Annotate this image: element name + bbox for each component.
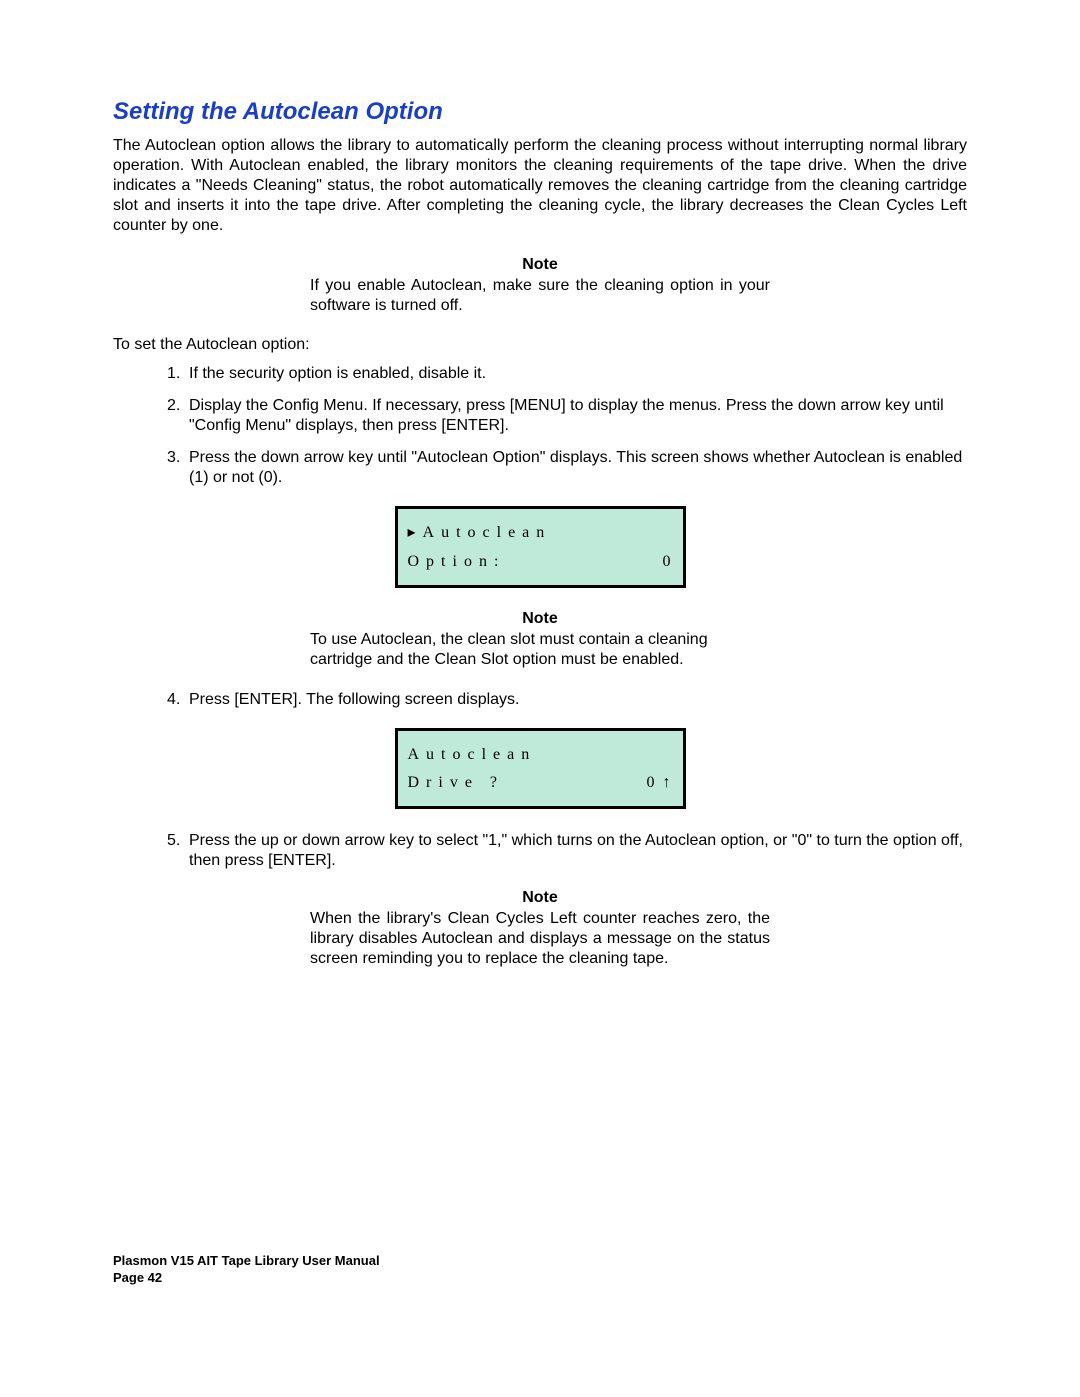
- note-block-3: Note When the library's Clean Cycles Lef…: [310, 889, 770, 969]
- step-list-2: 4. Press [ENTER]. The following screen d…: [167, 690, 967, 710]
- step-3: 3. Press the down arrow key until "Autoc…: [167, 448, 967, 488]
- step-4: 4. Press [ENTER]. The following screen d…: [167, 690, 967, 710]
- footer-model-rest: 15 AIT Tape Library User Manual: [179, 1253, 379, 1268]
- note-block-2: Note To use Autoclean, the clean slot mu…: [310, 610, 770, 670]
- lcd-line-2-left: Drive ?: [408, 769, 505, 798]
- footer-page: Page 42: [113, 1270, 380, 1287]
- lcd-screen-2-wrap: Autoclean Drive ? 0 ↑: [113, 728, 967, 810]
- step-5: 5. Press the up or down arrow key to sel…: [167, 831, 967, 871]
- step-text: Press the up or down arrow key to select…: [189, 831, 967, 871]
- note-title: Note: [310, 889, 770, 907]
- step-number: 1.: [167, 364, 189, 384]
- step-2: 2. Display the Config Menu. If necessary…: [167, 396, 967, 436]
- page-footer: Plasmon V15 AIT Tape Library User Manual…: [113, 1253, 380, 1287]
- note-body: If you enable Autoclean, make sure the c…: [310, 276, 770, 316]
- step-list: 1. If the security option is enabled, di…: [167, 364, 967, 488]
- note-title: Note: [310, 610, 770, 628]
- note-block-1: Note If you enable Autoclean, make sure …: [310, 256, 770, 316]
- note-body: To use Autoclean, the clean slot must co…: [310, 630, 770, 670]
- footer-brand: Plasmon: [113, 1253, 171, 1268]
- step-number: 5.: [167, 831, 189, 871]
- lcd-line-2-left: Option:: [408, 548, 506, 577]
- steps-intro: To set the Autoclean option:: [113, 336, 967, 354]
- step-text: Press the down arrow key until "Autoclea…: [189, 448, 967, 488]
- lcd-screen-2: Autoclean Drive ? 0 ↑: [395, 728, 686, 810]
- lcd-screen-1: ▸Autoclean Option: 0: [395, 506, 686, 588]
- section-heading: Setting the Autoclean Option: [113, 98, 967, 126]
- step-number: 2.: [167, 396, 189, 436]
- lcd-line-2-right: 0 ↑: [647, 769, 673, 798]
- step-number: 3.: [167, 448, 189, 488]
- lcd-line-1: Autoclean: [408, 741, 537, 770]
- intro-paragraph: The Autoclean option allows the library …: [113, 136, 967, 236]
- step-text: Display the Config Menu. If necessary, p…: [189, 396, 967, 436]
- note-body: When the library's Clean Cycles Left cou…: [310, 909, 770, 969]
- lcd-line-2-right: 0: [663, 548, 673, 577]
- lcd-line-1: ▸Autoclean: [408, 519, 552, 548]
- lcd-screen-1-wrap: ▸Autoclean Option: 0: [113, 506, 967, 588]
- note-title: Note: [310, 256, 770, 274]
- step-number: 4.: [167, 690, 189, 710]
- step-list-3: 5. Press the up or down arrow key to sel…: [167, 831, 967, 871]
- step-text: If the security option is enabled, disab…: [189, 364, 967, 384]
- step-1: 1. If the security option is enabled, di…: [167, 364, 967, 384]
- step-text: Press [ENTER]. The following screen disp…: [189, 690, 967, 710]
